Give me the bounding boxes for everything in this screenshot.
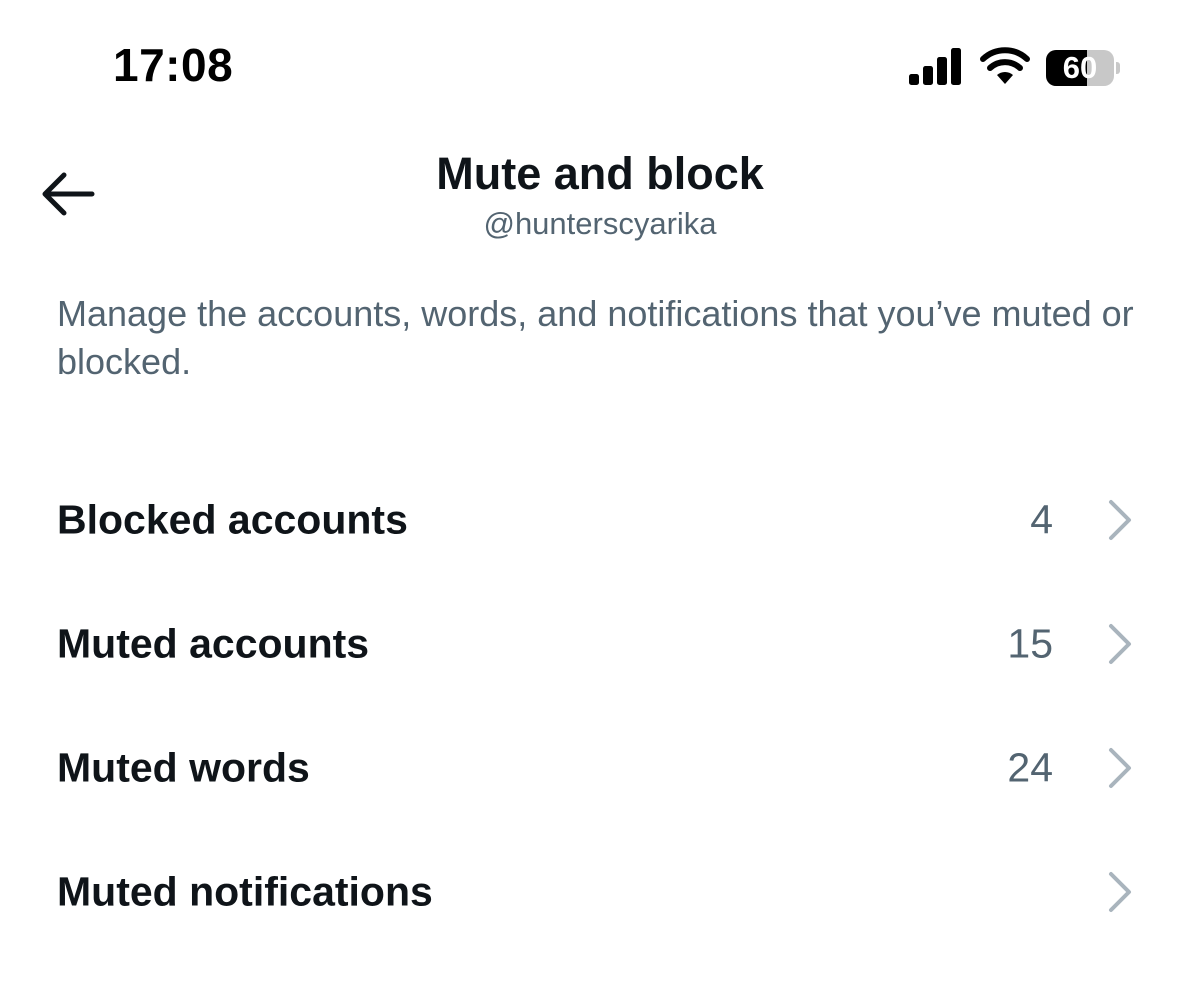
battery-level-text: 60 <box>1062 50 1098 85</box>
menu-item-label: Muted words <box>57 744 310 791</box>
status-time: 17:08 <box>113 39 234 91</box>
account-handle: @hunterscyarika <box>483 206 717 241</box>
battery-tip <box>1116 62 1120 74</box>
menu-item-count: 24 <box>1007 744 1053 791</box>
chevron-right-icon <box>1109 500 1131 540</box>
wifi-icon <box>980 47 1030 84</box>
chevron-right-icon <box>1109 748 1131 788</box>
menu-item-muted-notifications[interactable]: Muted notifications <box>0 837 1200 947</box>
menu-item-label: Muted notifications <box>57 868 433 915</box>
page-title: Mute and block <box>436 148 764 199</box>
menu-item-blocked-accounts[interactable]: Blocked accounts 4 <box>0 465 1200 575</box>
menu-item-label: Blocked accounts <box>57 496 408 543</box>
page-description: Manage the accounts, words, and notifica… <box>57 293 1134 382</box>
menu-item-muted-words[interactable]: Muted words 24 <box>0 713 1200 823</box>
menu-item-muted-accounts[interactable]: Muted accounts 15 <box>0 589 1200 699</box>
chevron-right-icon <box>1109 872 1131 912</box>
status-bar: 17:08 60 <box>0 0 1200 130</box>
menu-item-count: 4 <box>1030 496 1053 543</box>
cellular-signal-icon <box>909 48 961 85</box>
menu-item-label: Muted accounts <box>57 620 370 667</box>
chevron-right-icon <box>1109 624 1131 664</box>
battery-indicator: 60 <box>1046 50 1120 86</box>
battery-body: 60 <box>1046 50 1114 86</box>
menu-item-count: 15 <box>1007 620 1053 667</box>
